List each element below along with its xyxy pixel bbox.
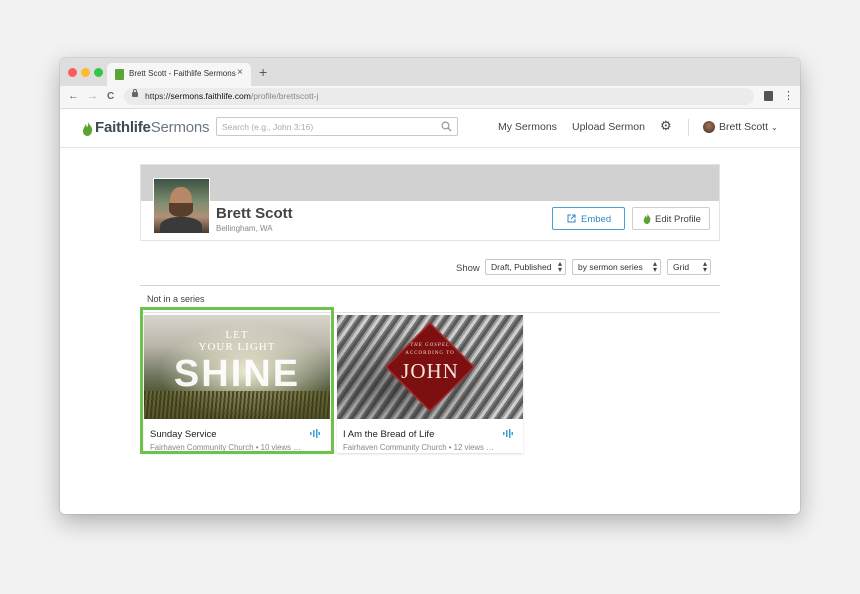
new-tab-button[interactable]: + — [259, 64, 267, 80]
my-sermons-link[interactable]: My Sermons — [498, 121, 557, 133]
status-select[interactable]: Draft, Published ▴ ▾ — [485, 259, 566, 275]
minimize-window-button[interactable] — [81, 68, 90, 77]
sermon-meta: Fairhaven Community Church • 12 views … — [343, 443, 494, 452]
profile-extension-icon[interactable] — [764, 91, 773, 101]
site-logo[interactable]: FaithlifeSermons — [95, 119, 210, 136]
browser-tab[interactable]: Brett Scott - Faithlife Sermons × — [107, 63, 251, 86]
lock-icon — [132, 89, 138, 97]
search-input[interactable]: Search (e.g., John 3:16) — [216, 117, 458, 136]
view-select[interactable]: Grid ▴ ▾ — [667, 259, 711, 275]
site-header: FaithlifeSermons Search (e.g., John 3:16… — [60, 109, 800, 148]
close-window-button[interactable] — [68, 68, 77, 77]
profile-card: Brett Scott Bellingham, WA Embed Edit Pr… — [140, 164, 720, 241]
sermon-card[interactable]: THE GOSPEL ACCORDING TO JOHN I Am the Br… — [337, 315, 523, 453]
user-menu[interactable]: Brett Scott ⌄ — [719, 121, 778, 133]
faithlife-flame-icon — [83, 121, 93, 136]
divider — [688, 119, 689, 136]
selection-highlight — [140, 307, 334, 454]
reload-button[interactable]: C — [107, 91, 114, 102]
url-field[interactable]: https://sermons.faithlife.com/profile/br… — [124, 88, 754, 105]
profile-name: Brett Scott — [216, 205, 293, 222]
url-text: https://sermons.faithlife.com/profile/br… — [145, 91, 319, 101]
tab-bar: Brett Scott - Faithlife Sermons × + — [60, 58, 800, 86]
edit-profile-button[interactable]: Edit Profile — [632, 207, 710, 230]
sermon-thumbnail[interactable]: THE GOSPEL ACCORDING TO JOHN — [337, 315, 523, 419]
maximize-window-button[interactable] — [94, 68, 103, 77]
tab-close-icon[interactable]: × — [237, 67, 243, 78]
profile-location: Bellingham, WA — [216, 224, 273, 233]
user-avatar[interactable] — [703, 121, 715, 133]
browser-menu-icon[interactable]: ⋮ — [783, 89, 794, 102]
divider — [140, 285, 720, 286]
back-button[interactable]: ← — [68, 90, 79, 102]
chevron-down-icon: ⌄ — [770, 123, 778, 132]
show-label: Show — [456, 263, 480, 274]
grouping-select[interactable]: by sermon series ▴ ▾ — [572, 259, 661, 275]
address-bar: ← → C https://sermons.faithlife.com/prof… — [60, 86, 800, 109]
profile-photo — [153, 178, 210, 234]
upload-sermon-link[interactable]: Upload Sermon — [572, 121, 645, 133]
browser-window: Brett Scott - Faithlife Sermons × + ← → … — [60, 58, 800, 514]
audio-icon — [503, 429, 513, 438]
forward-button[interactable]: → — [87, 90, 98, 102]
tab-title: Brett Scott - Faithlife Sermons — [129, 69, 236, 78]
profile-banner — [141, 165, 719, 201]
page: FaithlifeSermons Search (e.g., John 3:16… — [60, 109, 800, 514]
embed-button[interactable]: Embed — [552, 207, 625, 230]
faithlife-flame-icon — [643, 213, 651, 224]
gear-icon[interactable]: ⚙ — [660, 118, 672, 134]
sermon-title[interactable]: I Am the Bread of Life — [343, 429, 434, 440]
search-icon[interactable] — [441, 121, 452, 132]
series-heading: Not in a series — [147, 294, 205, 304]
external-link-icon — [567, 214, 576, 223]
faithlife-favicon-icon — [115, 69, 124, 80]
